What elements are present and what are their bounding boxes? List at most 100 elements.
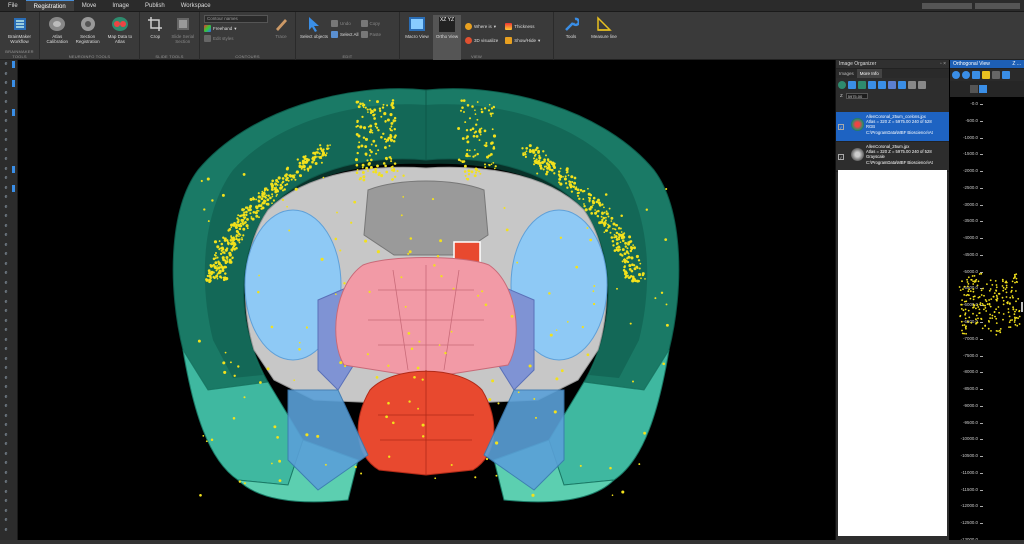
where-is-button[interactable]: Where is ▾: [465, 22, 498, 31]
left-toolbar-item[interactable]: e: [0, 174, 17, 184]
menu-publish[interactable]: Publish: [137, 0, 173, 11]
image-list-item[interactable]: ✓ AllenCoronal_25um_ccelons.jpx Atlas = …: [836, 112, 949, 142]
menu-file[interactable]: File: [0, 0, 26, 11]
paste-button[interactable]: Paste: [360, 30, 381, 39]
left-toolbar-item[interactable]: e: [0, 288, 17, 298]
contour-names-field[interactable]: Contour names: [204, 15, 268, 23]
left-toolbar-item[interactable]: e: [0, 136, 17, 146]
left-toolbar-item[interactable]: e: [0, 383, 17, 393]
copy-button[interactable]: Copy: [360, 19, 382, 28]
visibility-checkbox[interactable]: ✓: [838, 154, 844, 160]
left-toolbar-item[interactable]: e: [0, 526, 17, 536]
add-image-icon[interactable]: [848, 80, 856, 89]
ortho-option-icon[interactable]: [970, 84, 978, 93]
delete-icon[interactable]: [898, 80, 906, 89]
left-toolbar-item[interactable]: e: [0, 146, 17, 156]
left-toolbar-item[interactable]: e: [0, 459, 17, 469]
left-toolbar-item[interactable]: e: [0, 127, 17, 137]
menu-registration[interactable]: Registration: [25, 0, 74, 11]
3d-visualize-button[interactable]: 3D visualize: [465, 36, 498, 45]
pan-icon[interactable]: [972, 71, 980, 79]
tools-button[interactable]: Tools: [557, 15, 585, 60]
xz-view-icon[interactable]: [992, 71, 1000, 79]
left-toolbar-item[interactable]: e: [0, 165, 17, 175]
grid-icon[interactable]: [908, 80, 916, 89]
select-all-button[interactable]: Select All: [331, 30, 359, 39]
highlight-icon[interactable]: [982, 71, 990, 79]
left-toolbar-item[interactable]: e: [0, 393, 17, 403]
yz-view-icon[interactable]: [1002, 71, 1010, 79]
left-toolbar-item[interactable]: e: [0, 507, 17, 517]
help-icon[interactable]: [979, 84, 988, 93]
freehand-button[interactable]: Freehand ▾: [204, 24, 268, 33]
left-toolbar-item[interactable]: e: [0, 89, 17, 99]
z-value-field[interactable]: 5975.00: [845, 92, 868, 99]
stack-icon[interactable]: [888, 80, 896, 89]
window-button-strip[interactable]: [975, 2, 1020, 9]
left-toolbar-item[interactable]: e: [0, 516, 17, 526]
left-toolbar-item[interactable]: e: [0, 184, 17, 194]
left-toolbar-item[interactable]: e: [0, 298, 17, 308]
info-icon[interactable]: [918, 80, 926, 89]
left-toolbar-item[interactable]: e: [0, 317, 17, 327]
left-toolbar-item[interactable]: e: [0, 488, 17, 498]
left-toolbar-item[interactable]: e: [0, 203, 17, 213]
left-toolbar-item[interactable]: e: [0, 222, 17, 232]
quick-search-box[interactable]: [922, 2, 972, 9]
left-toolbar-item[interactable]: e: [0, 269, 17, 279]
left-toolbar-item[interactable]: e: [0, 79, 17, 89]
left-toolbar-item[interactable]: e: [0, 279, 17, 289]
menu-workspace[interactable]: Workspace: [173, 0, 219, 11]
left-toolbar-item[interactable]: e: [0, 402, 17, 412]
left-toolbar-item[interactable]: e: [0, 374, 17, 384]
left-toolbar-item[interactable]: e: [0, 440, 17, 450]
left-toolbar-item[interactable]: e: [0, 70, 17, 80]
zoom-in-icon[interactable]: [952, 71, 960, 79]
left-toolbar-item[interactable]: e: [0, 336, 17, 346]
menu-image[interactable]: Image: [104, 0, 137, 11]
menu-move[interactable]: Move: [74, 0, 105, 11]
left-toolbar-item[interactable]: e: [0, 193, 17, 203]
left-toolbar-item[interactable]: e: [0, 98, 17, 108]
left-toolbar-item[interactable]: e: [0, 241, 17, 251]
tab-images[interactable]: Images: [836, 69, 857, 78]
trace-button[interactable]: Trace: [271, 15, 291, 43]
left-toolbar-item[interactable]: e: [0, 260, 17, 270]
left-toolbar-item[interactable]: e: [0, 345, 17, 355]
left-toolbar-item[interactable]: e: [0, 355, 17, 365]
thickness-button[interactable]: Thickness: [505, 22, 540, 31]
left-toolbar-item[interactable]: e: [0, 497, 17, 507]
image-canvas[interactable]: [18, 60, 834, 544]
left-toolbar-item[interactable]: e: [0, 60, 17, 70]
visibility-checkbox[interactable]: ✓: [838, 124, 844, 130]
left-toolbar-item[interactable]: e: [0, 326, 17, 336]
measure-line-button[interactable]: Measure line: [587, 15, 621, 60]
left-toolbar-item[interactable]: e: [0, 307, 17, 317]
undo-button[interactable]: Undo: [331, 19, 359, 28]
tab-more-info[interactable]: More Info: [856, 69, 882, 78]
image-list-empty-area[interactable]: [838, 170, 947, 536]
refresh-icon[interactable]: [838, 80, 846, 89]
arrow-down-icon[interactable]: [878, 80, 886, 89]
left-toolbar-item[interactable]: e: [0, 469, 17, 479]
left-toolbar-item[interactable]: e: [0, 421, 17, 431]
zoom-out-icon[interactable]: [962, 71, 970, 79]
image-icon[interactable]: [858, 80, 866, 89]
left-toolbar-item[interactable]: e: [0, 231, 17, 241]
brain-atlas-section[interactable]: [18, 60, 834, 544]
left-toolbar-item[interactable]: e: [0, 250, 17, 260]
left-toolbar-item[interactable]: e: [0, 117, 17, 127]
left-toolbar-item[interactable]: e: [0, 478, 17, 488]
left-toolbar-item[interactable]: e: [0, 412, 17, 422]
show-hide-button[interactable]: Show/Hide ▾: [505, 36, 540, 45]
left-toolbar-item[interactable]: e: [0, 364, 17, 374]
left-toolbar-item[interactable]: e: [0, 155, 17, 165]
left-toolbar-item[interactable]: e: [0, 450, 17, 460]
image-list-item[interactable]: ✓ AllenCoronal_25um.jpx Atlas = 320 Z = …: [836, 142, 949, 172]
left-toolbar-item[interactable]: e: [0, 431, 17, 441]
pin-icon[interactable]: ▫ ×: [940, 60, 949, 68]
left-toolbar-item[interactable]: e: [0, 108, 17, 118]
left-toolbar-item[interactable]: e: [0, 212, 17, 222]
edit-styles-button[interactable]: Edit styles: [204, 34, 268, 43]
arrow-up-icon[interactable]: [868, 80, 876, 89]
